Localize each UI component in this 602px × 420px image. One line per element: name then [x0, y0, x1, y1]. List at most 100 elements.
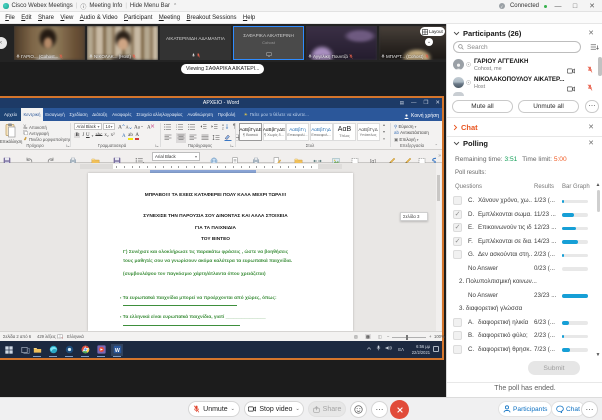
numbering-button[interactable]: 123: [176, 123, 184, 131]
find-button[interactable]: ⚲ Εύρεση ▾: [394, 124, 429, 131]
checkbox-checked[interactable]: ✓: [453, 223, 462, 232]
notification-center-icon[interactable]: [433, 346, 439, 352]
leave-meeting-button[interactable]: [390, 400, 409, 419]
dialog-launcher-icon[interactable]: [230, 143, 234, 148]
menu-item[interactable]: Edit: [18, 15, 35, 21]
font-color-button[interactable]: A: [135, 133, 139, 140]
participants-scrollbar[interactable]: [598, 57, 602, 76]
app-circle-icon[interactable]: [63, 344, 75, 356]
strikethrough-button[interactable]: abc: [95, 133, 102, 138]
word-share-button[interactable]: Κοινή χρήση: [404, 111, 439, 121]
participants-close-icon[interactable]: ✕: [588, 29, 594, 37]
layout-button[interactable]: Layout: [420, 27, 445, 36]
zoom-slider[interactable]: [392, 337, 426, 338]
checkbox-unchecked[interactable]: [453, 196, 462, 205]
menu-item[interactable]: View: [57, 15, 76, 21]
word-tab[interactable]: Στοιχεία αλληλογραφίας: [134, 108, 185, 121]
checkbox-unchecked[interactable]: [453, 250, 462, 259]
open-icon[interactable]: [91, 152, 100, 161]
save-as-icon[interactable]: [113, 152, 122, 161]
textbox-icon[interactable]: [418, 152, 427, 161]
redo-icon[interactable]: [47, 152, 56, 161]
dialog-launcher-icon[interactable]: [155, 143, 159, 148]
collapse-ribbon-icon[interactable]: ⌃: [435, 143, 438, 148]
video-tile[interactable]: ΓΑΡΙΟ... (Cohost...: [14, 26, 85, 60]
zoom-slider-thumb[interactable]: [406, 335, 408, 340]
close-button[interactable]: ✕: [586, 2, 598, 10]
new-doc-icon[interactable]: [231, 152, 240, 161]
menu-item[interactable]: Audio & Video: [77, 15, 121, 21]
maximize-button[interactable]: □: [569, 3, 581, 10]
word-minimize-button[interactable]: —: [411, 100, 417, 106]
style-item[interactable]: ΑαΒΤίτλος: [333, 123, 356, 141]
word-tab[interactable]: Προβολή: [215, 108, 237, 121]
menu-item[interactable]: Meeting: [156, 15, 184, 21]
web-layout-icon[interactable]: ◫: [378, 334, 382, 339]
save-icon[interactable]: [3, 152, 12, 161]
paste-icon[interactable]: [4, 123, 16, 138]
copy-label[interactable]: Αντιγραφή: [29, 131, 49, 136]
word-file-tab[interactable]: Αρχείο: [0, 108, 21, 121]
sort-list-icon[interactable]: [590, 43, 599, 51]
bullets-button[interactable]: [164, 123, 172, 131]
style-item[interactable]: ΑαΒβΓγΔΥπότιτλος: [357, 123, 380, 141]
dialog-launcher-icon[interactable]: [66, 143, 70, 148]
submit-button[interactable]: Submit: [528, 361, 580, 375]
style-item[interactable]: ΑαΒβΓγΔΕ¶ Χωρίς δ...: [263, 123, 286, 141]
outdent-button[interactable]: [200, 123, 207, 131]
copy-icon[interactable]: [23, 130, 28, 135]
menu-item[interactable]: Participant: [121, 15, 156, 21]
webex-app-icon[interactable]: [95, 344, 107, 356]
paste-label[interactable]: Επικόλληση: [0, 139, 22, 144]
taskbar-clock[interactable]: 6:56 μμ 22/2/2021: [412, 344, 430, 356]
arrows-icon[interactable]: [313, 152, 322, 161]
participants-more-button[interactable]: ⋯: [585, 100, 599, 113]
font-size-combo[interactable]: 14▾: [103, 123, 115, 130]
sort-button[interactable]: AZ: [222, 123, 229, 131]
participants-header[interactable]: Participants (26) ✕: [453, 26, 596, 40]
pencil2-icon[interactable]: [404, 152, 413, 161]
tray-mic-icon[interactable]: [376, 345, 381, 351]
format-painter-icon[interactable]: [23, 136, 28, 141]
reactions-button[interactable]: [350, 401, 367, 418]
checkbox-checked[interactable]: ✓: [453, 237, 462, 246]
cut-label[interactable]: Αποκοπή: [29, 125, 47, 130]
word-page-indicator[interactable]: Σελίδα 2 από 6: [3, 334, 31, 339]
word-tab[interactable]: Εισαγωγή: [43, 108, 67, 121]
word-close-button[interactable]: ✕: [435, 100, 440, 106]
scrollbar-thumb[interactable]: [437, 175, 440, 201]
zoom-out-icon[interactable]: −: [387, 334, 389, 339]
participant-row[interactable]: ΓΑΡΙΟΥ ΑΓΓΕΛΙΚΗCohost, me: [453, 56, 599, 74]
superscript-button[interactable]: x²: [111, 133, 115, 138]
toolbar-overflow-icon[interactable]: »: [438, 153, 441, 159]
bold-button[interactable]: B: [74, 133, 80, 138]
start-button[interactable]: [3, 344, 15, 356]
font-name-combo[interactable]: Arial Black▾: [74, 123, 102, 130]
style-item[interactable]: ΑαΒβΓγΔΕ¶ Βασικό: [239, 123, 262, 141]
shading-button[interactable]: [224, 134, 232, 142]
tray-chevron-icon[interactable]: [366, 346, 372, 351]
menu-item[interactable]: Help: [240, 15, 259, 21]
checkbox-unchecked[interactable]: [453, 331, 462, 340]
justify-button[interactable]: [201, 134, 209, 142]
highlight-button[interactable]: ab: [128, 133, 133, 140]
underline-dd-icon[interactable]: ▾: [92, 134, 94, 138]
meeting-info-button[interactable]: Meeting Info: [89, 3, 122, 9]
unmute-button[interactable]: Unmute ⌄: [188, 401, 240, 417]
change-case-icon[interactable]: Aa: [134, 123, 144, 130]
style-item[interactable]: ΑαΒβΓηΔΕπικεφαλ...: [310, 123, 333, 141]
chat-header[interactable]: Chat ✕: [453, 120, 596, 134]
poll-scroll-up-icon[interactable]: ▲: [596, 182, 601, 188]
word-vertical-scrollbar[interactable]: [436, 163, 441, 331]
toolbar-font-combo[interactable]: Arial Black▾: [152, 152, 200, 161]
word-tellme-box[interactable]: ☀Πείτε μου τι θέλετε να κάνετε...: [238, 108, 309, 121]
share-button[interactable]: Share: [308, 401, 346, 417]
open2-icon[interactable]: [294, 152, 303, 161]
stop-video-dropdown-icon[interactable]: ⌄: [295, 406, 299, 412]
align-center-button[interactable]: [176, 133, 186, 143]
word-tab[interactable]: Διάταξη: [90, 108, 110, 121]
checkbox-unchecked[interactable]: [453, 345, 462, 354]
menu-item[interactable]: File: [2, 15, 18, 21]
participant-row[interactable]: ΝΙΚΟΛΑΚΟΠΟΥΛΟΥ ΑΙΚΑΤΕΡ...Host: [453, 74, 599, 92]
menu-item[interactable]: Share: [35, 15, 57, 21]
